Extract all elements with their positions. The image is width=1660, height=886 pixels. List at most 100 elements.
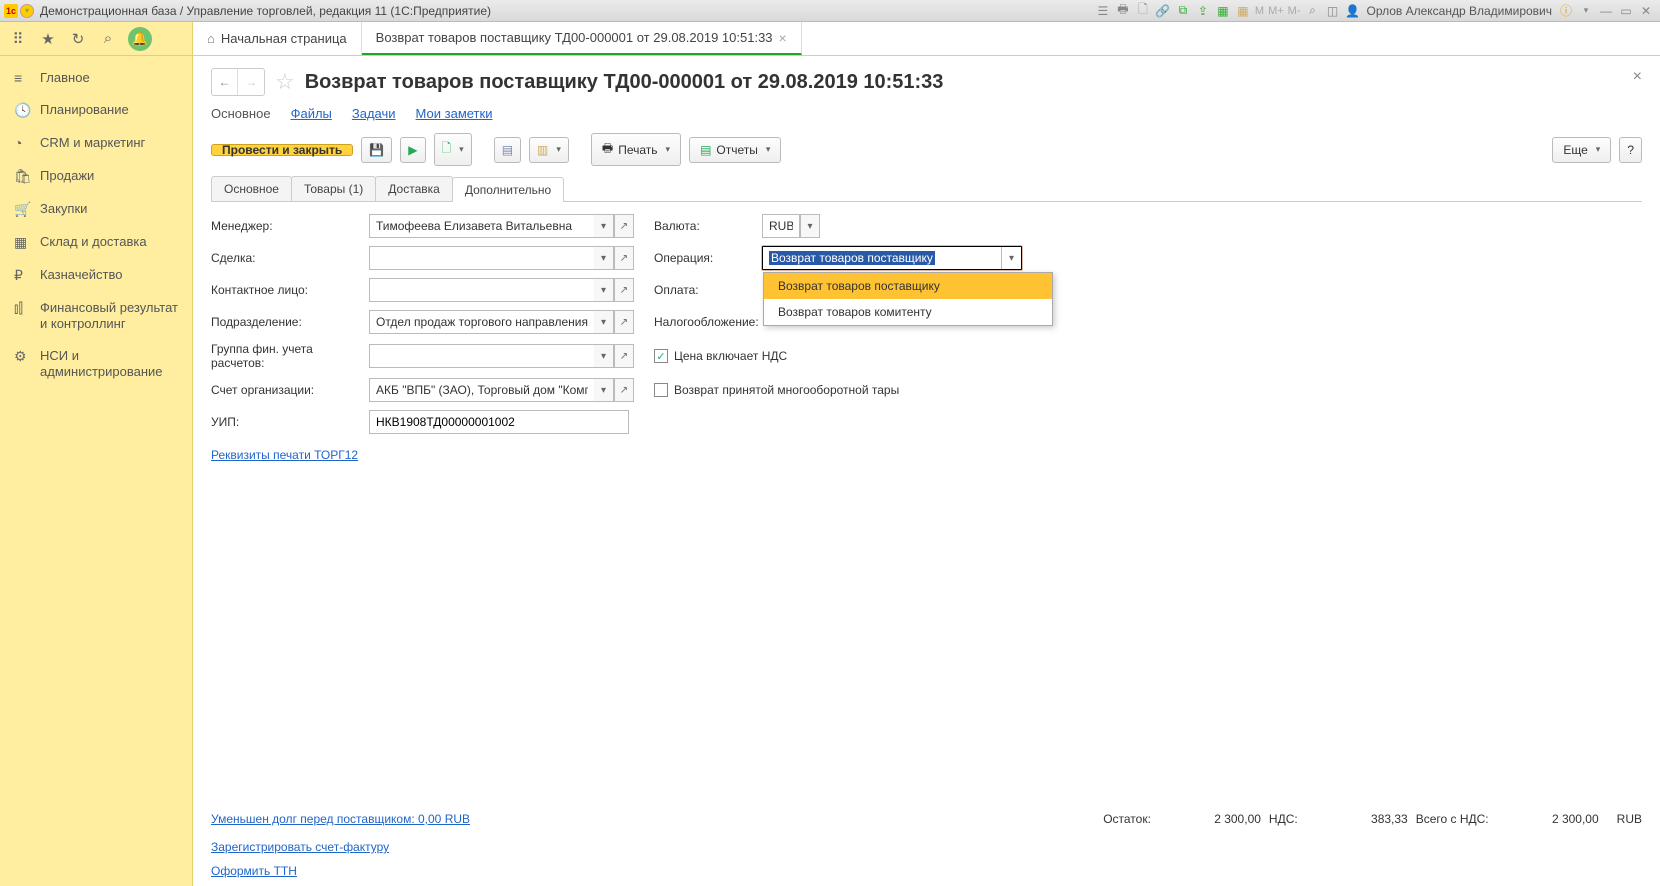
window-minimize-icon[interactable]: — xyxy=(1598,3,1614,19)
uip-field[interactable] xyxy=(369,410,629,434)
deal-dropdown-icon[interactable]: ▾ xyxy=(594,246,614,270)
post-and-close-button[interactable]: Провести и закрыть xyxy=(211,144,353,156)
fin-group-field[interactable] xyxy=(369,344,594,368)
planning-icon: 🕓 xyxy=(14,102,30,119)
document-page: × ← → ☆ Возврат товаров поставщику ТД00-… xyxy=(193,56,1660,886)
post-button[interactable]: ▶ xyxy=(400,137,425,163)
window-maximize-icon[interactable]: ▭ xyxy=(1618,3,1634,19)
favorite-star-icon[interactable]: ☆ xyxy=(275,69,295,95)
contact-dropdown-icon[interactable]: ▾ xyxy=(594,278,614,302)
dept-field[interactable] xyxy=(369,310,594,334)
window-close-icon[interactable]: ✕ xyxy=(1638,3,1654,19)
balance-label: Остаток: xyxy=(1103,812,1159,826)
form-tab-delivery[interactable]: Доставка xyxy=(375,176,453,201)
manager-open-icon[interactable]: ↗ xyxy=(614,214,634,238)
vat-label: НДС: xyxy=(1269,812,1306,826)
close-page-icon[interactable]: × xyxy=(1633,68,1642,86)
operation-option-supplier[interactable]: Возврат товаров поставщику xyxy=(764,273,1052,299)
dept-open-icon[interactable]: ↗ xyxy=(614,310,634,334)
deal-label: Сделка: xyxy=(211,251,369,265)
uip-label: УИП: xyxy=(211,415,369,429)
up-icon[interactable]: ⇪ xyxy=(1195,3,1211,19)
report-icon: ▤ xyxy=(700,143,711,157)
price-vat-checkbox[interactable]: ✓ xyxy=(654,349,668,363)
notifications-icon[interactable]: 🔔 xyxy=(128,27,152,51)
contact-open-icon[interactable]: ↗ xyxy=(614,278,634,302)
apps-icon[interactable]: ⠿ xyxy=(8,29,28,49)
operation-caret-icon[interactable]: ▾ xyxy=(1001,247,1021,269)
titlebar-icon[interactable]: ☰ xyxy=(1095,3,1111,19)
favorite-icon[interactable]: ★ xyxy=(38,29,58,49)
manager-field[interactable] xyxy=(369,214,594,238)
torg12-link[interactable]: Реквизиты печати ТОРГ12 xyxy=(211,448,358,462)
operation-option-consignor[interactable]: Возврат товаров комитенту xyxy=(764,299,1052,325)
sidebar-item-planning[interactable]: 🕓Планирование xyxy=(0,94,192,127)
contact-field[interactable] xyxy=(369,278,594,302)
reports-button[interactable]: ▤Отчеты▾ xyxy=(689,137,781,163)
sidebar-item-main[interactable]: ≡Главное xyxy=(0,62,192,94)
memory-mplus[interactable]: M+ xyxy=(1268,5,1284,17)
help-button[interactable]: ? xyxy=(1619,137,1642,163)
panel-icon[interactable]: ◫ xyxy=(1324,3,1340,19)
register-invoice-link[interactable]: Зарегистрировать счет-фактуру xyxy=(211,840,389,854)
search-global-icon[interactable]: ⌕ xyxy=(1304,3,1320,19)
currency-dropdown-icon[interactable]: ▾ xyxy=(800,214,820,238)
print-icon[interactable]: 🖶 xyxy=(1115,3,1131,19)
link-icon[interactable]: 🔗 xyxy=(1155,3,1171,19)
account-open-icon[interactable]: ↗ xyxy=(614,378,634,402)
more-button[interactable]: Еще▾ xyxy=(1552,137,1611,163)
operation-select[interactable]: Возврат товаров поставщику ▾ Возврат тов… xyxy=(762,246,1022,270)
memory-m[interactable]: M xyxy=(1255,5,1264,17)
calendar-icon[interactable]: ▦ xyxy=(1215,3,1231,19)
debt-link[interactable]: Уменьшен долг перед поставщиком: 0,00 RU… xyxy=(211,812,470,826)
calendar2-icon[interactable]: ▦ xyxy=(1235,3,1251,19)
dept-dropdown-icon[interactable]: ▾ xyxy=(594,310,614,334)
sidebar-item-nsi[interactable]: ⚙НСИ и администрирование xyxy=(0,340,192,389)
nav-forward-button[interactable]: → xyxy=(238,69,264,95)
manager-dropdown-icon[interactable]: ▾ xyxy=(594,214,614,238)
tab-home[interactable]: ⌂ Начальная страница xyxy=(193,22,362,55)
subtab-notes[interactable]: Мои заметки xyxy=(416,106,493,121)
save-button[interactable]: 💾 xyxy=(361,137,392,163)
sidebar-item-treasury[interactable]: ₽Казначейство xyxy=(0,259,192,292)
create-based-button[interactable]: 🗋▾ xyxy=(434,133,472,166)
attach-button[interactable]: ▥▾ xyxy=(529,137,569,163)
sidebar-item-crm[interactable]: ◔CRM и маркетинг xyxy=(0,127,192,159)
deal-field[interactable] xyxy=(369,246,594,270)
calc-icon[interactable]: ⧉ xyxy=(1175,3,1191,19)
return-tare-checkbox[interactable] xyxy=(654,383,668,397)
form-tab-main[interactable]: Основное xyxy=(211,176,292,201)
sales-icon: 🛍 xyxy=(14,168,30,185)
subtab-tasks[interactable]: Задачи xyxy=(352,106,396,121)
currency-field[interactable] xyxy=(762,214,800,238)
document-toolbar: Провести и закрыть 💾 ▶ 🗋▾ ▤ ▥▾ 🖶Печать▾ … xyxy=(211,133,1642,166)
subtab-files[interactable]: Файлы xyxy=(291,106,332,121)
sidebar-item-purchases[interactable]: 🛒Закупки xyxy=(0,193,192,226)
tab-close-icon[interactable]: × xyxy=(779,30,787,46)
sidebar-item-warehouse[interactable]: ▦Склад и доставка xyxy=(0,226,192,259)
fin-group-open-icon[interactable]: ↗ xyxy=(614,344,634,368)
account-dropdown-icon[interactable]: ▾ xyxy=(594,378,614,402)
memory-mminus[interactable]: M- xyxy=(1288,5,1301,17)
subtab-main[interactable]: Основное xyxy=(211,106,271,121)
fin-group-dropdown-icon[interactable]: ▾ xyxy=(594,344,614,368)
tb-dd-icon[interactable]: ▾ xyxy=(1578,3,1594,19)
titlebar-dropdown-icon[interactable]: ▾ xyxy=(20,4,34,18)
deal-open-icon[interactable]: ↗ xyxy=(614,246,634,270)
ttn-link[interactable]: Оформить ТТН xyxy=(211,864,297,878)
history-icon[interactable]: ↻ xyxy=(68,29,88,49)
nav-back-button[interactable]: ← xyxy=(212,69,238,95)
print-button[interactable]: 🖶Печать▾ xyxy=(591,133,681,166)
current-user[interactable]: Орлов Александр Владимирович xyxy=(1366,4,1552,18)
doc-icon[interactable]: 🗋 xyxy=(1135,3,1151,19)
form-tab-additional[interactable]: Дополнительно xyxy=(452,177,564,202)
form-tab-goods[interactable]: Товары (1) xyxy=(291,176,376,201)
account-field[interactable] xyxy=(369,378,594,402)
sidebar-item-sales[interactable]: 🛍Продажи xyxy=(0,160,192,193)
structure-button[interactable]: ▤ xyxy=(494,137,521,163)
search-icon[interactable]: ⌕ xyxy=(98,29,118,49)
sidebar-item-finance[interactable]: ⫾⫿Финансовый результат и контроллинг xyxy=(0,292,192,341)
info-icon[interactable]: ⓘ xyxy=(1558,3,1574,19)
quick-toolbar: ⠿ ★ ↻ ⌕ 🔔 xyxy=(0,22,193,55)
tab-document[interactable]: Возврат товаров поставщику ТД00-000001 о… xyxy=(362,22,802,55)
